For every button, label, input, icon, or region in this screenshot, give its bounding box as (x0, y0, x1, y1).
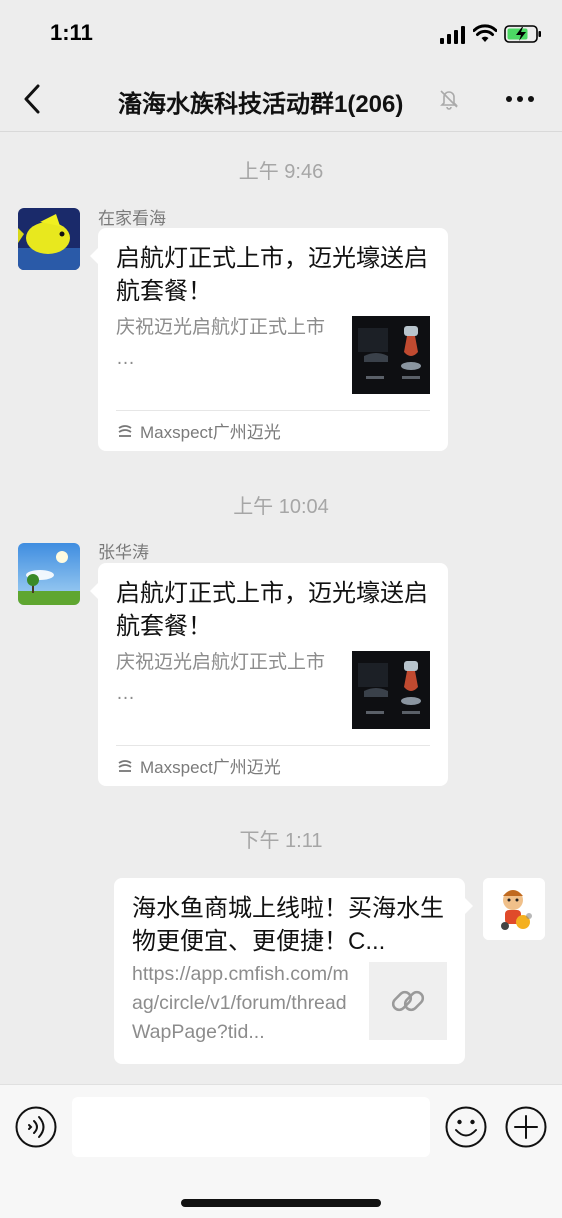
more-options-icon[interactable] (504, 86, 536, 112)
chat-input-bar (0, 1084, 562, 1218)
add-plus-icon[interactable] (504, 1105, 548, 1149)
sky-landscape-avatar[interactable] (18, 543, 80, 605)
card-description: 庆祝迈光启航灯正式上市 … (116, 652, 326, 704)
wifi-icon (473, 24, 497, 42)
battery-charging-icon (504, 25, 541, 43)
emoji-icon[interactable] (444, 1105, 488, 1149)
link-card[interactable]: 启航灯正式上市，迈光壕送启航套餐！ 庆祝迈光启航灯正式上市 … Maxspect… (90, 228, 448, 451)
card-divider (116, 745, 430, 746)
cartoon-character-avatar[interactable] (483, 878, 545, 940)
card-thumbnail (352, 651, 430, 729)
back-chevron-icon[interactable] (18, 82, 48, 116)
card-title: 海水鱼商城上线啦！买海水生物更便宜、更便捷！C... (132, 895, 444, 955)
home-indicator (181, 1199, 381, 1207)
card-divider (116, 410, 430, 411)
card-source-label: Maxspect广州迈光 (140, 758, 281, 777)
message-timestamp: 上午 10:04 (233, 496, 329, 518)
card-thumbnail (352, 316, 430, 394)
link-card[interactable]: 海水鱼商城上线啦！买海水生物更便宜、更便捷！C... https://app.c… (114, 878, 473, 1064)
voice-input-icon[interactable] (14, 1105, 58, 1149)
card-url: https://app.cmfish.com/mag/circle/v1/for… (132, 963, 349, 1043)
chat-title: 滀海水族科技活动群1(206) (118, 91, 404, 118)
status-time: 1:11 (50, 20, 93, 45)
card-source-label: Maxspect广州迈光 (140, 423, 281, 442)
maxspect-logo-icon (118, 424, 132, 437)
card-title: 启航灯正式上市，迈光壕送启航套餐！ (116, 245, 428, 305)
card-title: 启航灯正式上市，迈光壕送启航套餐！ (116, 580, 428, 640)
cellular-signal-icon (440, 26, 465, 44)
mute-bell-icon (440, 90, 458, 110)
status-bar: 1:11 (0, 0, 562, 68)
message-timestamp: 下午 1:11 (239, 830, 323, 852)
yellow-tang-fish-avatar[interactable] (18, 208, 80, 270)
card-source: Maxspect广州迈光 (116, 753, 281, 778)
card-description: 庆祝迈光启航灯正式上市 … (116, 317, 326, 369)
link-thumbnail (369, 962, 447, 1040)
sender-name: 张华涛 (98, 543, 149, 562)
card-source: Maxspect广州迈光 (116, 418, 281, 443)
message-text-input[interactable] (72, 1097, 430, 1157)
link-icon (391, 990, 425, 1012)
message-timestamp: 上午 9:46 (238, 161, 324, 183)
sender-name: 在家看海 (98, 209, 166, 228)
chat-nav-bar: 滀海水族科技活动群1(206) (0, 68, 562, 132)
maxspect-logo-icon (118, 759, 132, 772)
link-card[interactable]: 启航灯正式上市，迈光壕送启航套餐！ 庆祝迈光启航灯正式上市 … Maxspect… (90, 563, 448, 786)
